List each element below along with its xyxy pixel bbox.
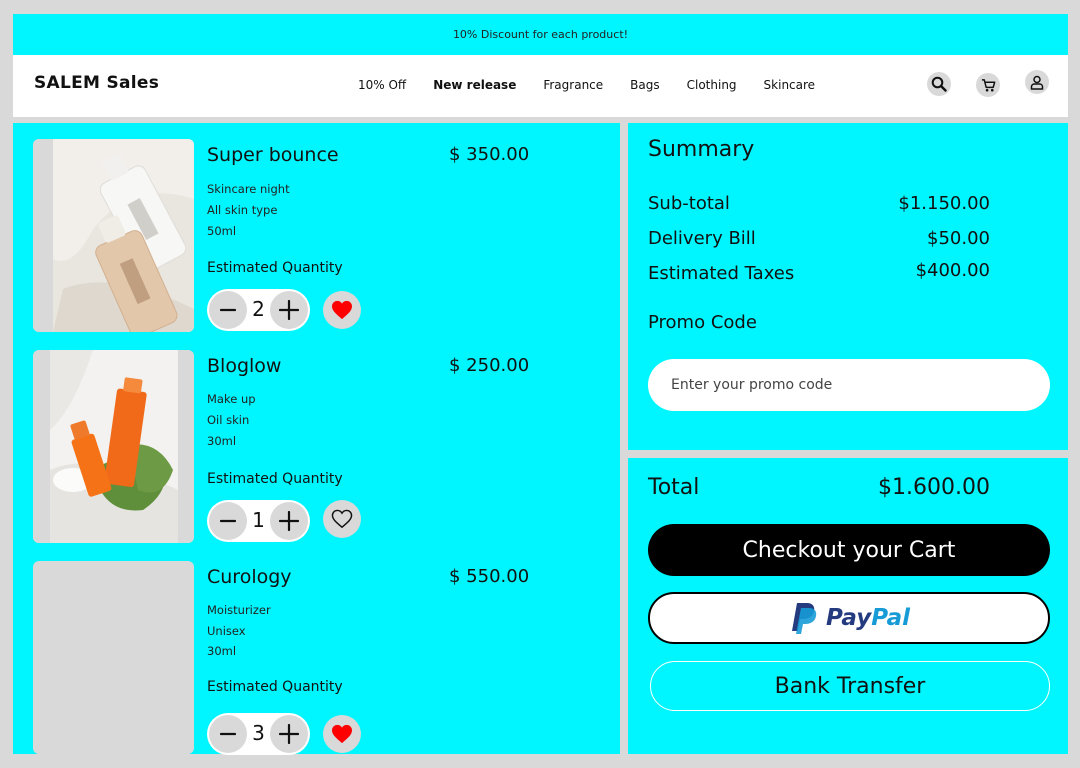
plus-icon	[279, 511, 299, 531]
cart-item: Bloglow $ 250.00 Make up Oil skin 30ml E…	[13, 350, 620, 543]
promo-banner-text: 10% Discount for each product!	[452, 28, 629, 41]
product-name[interactable]: Curology	[207, 566, 292, 588]
quantity-label: Estimated Quantity	[207, 260, 343, 276]
minus-icon	[220, 519, 236, 523]
bank-transfer-label: Bank Transfer	[774, 673, 926, 699]
plus-icon	[279, 724, 299, 744]
promo-banner: 10% Discount for each product!	[13, 14, 1068, 55]
paypal-wordmark: PayPal	[826, 605, 910, 631]
quantity-value: 2	[252, 297, 265, 321]
summary-title: Summary	[648, 137, 755, 162]
main-nav: 10% Off New release Fragrance Bags Cloth…	[358, 78, 815, 92]
quantity-stepper: 3	[207, 713, 310, 755]
heart-filled-icon	[332, 724, 352, 744]
product-detail: Moisturizer	[207, 603, 271, 617]
user-icon[interactable]	[1025, 70, 1049, 94]
summary-value: $50.00	[927, 228, 990, 249]
promo-code-input[interactable]	[648, 359, 1050, 411]
product-detail: All skin type	[207, 203, 278, 217]
plus-icon	[279, 300, 299, 320]
nav-item-10-off[interactable]: 10% Off	[358, 78, 406, 92]
product-price: $ 350.00	[449, 144, 530, 165]
quantity-stepper: 1	[207, 500, 310, 542]
heart-outline-icon	[331, 509, 353, 529]
summary-label: Estimated Taxes	[648, 263, 795, 284]
summary-value: $1.150.00	[898, 193, 990, 214]
increment-button[interactable]	[270, 502, 308, 540]
product-detail: Unisex	[207, 624, 246, 638]
summary-value: $400.00	[915, 260, 990, 281]
paypal-button[interactable]: PayPal	[648, 592, 1050, 644]
summary-row-subtotal: Sub-total $1.150.00	[648, 193, 990, 214]
quantity-stepper: 2	[207, 289, 310, 331]
checkout-button-label: Checkout your Cart	[742, 537, 956, 563]
quantity-value: 1	[252, 508, 265, 532]
summary-row-taxes: Estimated Taxes $400.00	[648, 260, 990, 284]
decrement-button[interactable]	[209, 502, 247, 540]
cart-icon[interactable]	[976, 73, 1000, 97]
product-price: $ 250.00	[449, 355, 530, 376]
product-detail: 30ml	[207, 644, 237, 658]
nav-item-skincare[interactable]: Skincare	[764, 78, 816, 92]
checkout-panel: Total $1.600.00 Checkout your Cart PayPa…	[628, 458, 1068, 754]
nav-item-fragrance[interactable]: Fragrance	[543, 78, 603, 92]
top-header: SALEM Sales 10% Off New release Fragranc…	[13, 55, 1068, 117]
minus-icon	[220, 308, 236, 312]
product-image-placeholder	[33, 561, 194, 754]
favorite-button[interactable]	[323, 715, 361, 753]
product-detail: 50ml	[207, 224, 237, 238]
product-detail: 30ml	[207, 434, 237, 448]
product-image	[33, 350, 194, 543]
app-frame: 10% Discount for each product! SALEM Sal…	[13, 14, 1068, 755]
product-image	[33, 139, 194, 332]
total-label: Total	[648, 475, 700, 500]
summary-label: Delivery Bill	[648, 228, 756, 249]
order-summary-panel: Summary Sub-total $1.150.00 Delivery Bil…	[628, 123, 1068, 450]
cart-item: Curology $ 550.00 Moisturizer Unisex 30m…	[13, 561, 620, 755]
paypal-logo-icon	[792, 603, 817, 634]
product-price: $ 550.00	[449, 566, 530, 587]
product-detail: Skincare night	[207, 182, 290, 196]
promo-code-label: Promo Code	[648, 312, 757, 333]
increment-button[interactable]	[270, 291, 308, 329]
minus-icon	[220, 732, 236, 736]
nav-item-bags[interactable]: Bags	[630, 78, 659, 92]
decrement-button[interactable]	[209, 291, 247, 329]
product-detail: Make up	[207, 392, 256, 406]
bank-transfer-button[interactable]: Bank Transfer	[650, 661, 1050, 711]
increment-button[interactable]	[270, 715, 308, 753]
total-value: $1.600.00	[878, 475, 990, 500]
favorite-button[interactable]	[323, 291, 361, 329]
summary-row-delivery: Delivery Bill $50.00	[648, 228, 990, 249]
brand-logo[interactable]: SALEM Sales	[34, 73, 159, 93]
favorite-button[interactable]	[323, 500, 361, 538]
product-name[interactable]: Bloglow	[207, 355, 281, 377]
summary-label: Sub-total	[648, 193, 730, 214]
search-icon[interactable]	[927, 72, 951, 96]
checkout-button[interactable]: Checkout your Cart	[648, 524, 1050, 576]
product-name[interactable]: Super bounce	[207, 144, 339, 166]
quantity-label: Estimated Quantity	[207, 471, 343, 487]
cart-items-panel: Super bounce $ 350.00 Skincare night All…	[13, 123, 620, 755]
quantity-label: Estimated Quantity	[207, 679, 343, 695]
cart-item: Super bounce $ 350.00 Skincare night All…	[13, 139, 620, 332]
heart-filled-icon	[332, 300, 352, 320]
product-detail: Oil skin	[207, 413, 250, 427]
decrement-button[interactable]	[209, 715, 247, 753]
quantity-value: 3	[252, 721, 265, 745]
nav-item-new-release[interactable]: New release	[433, 78, 516, 92]
paypal-pay: Pay	[826, 605, 872, 631]
nav-item-clothing[interactable]: Clothing	[687, 78, 737, 92]
paypal-pal: Pal	[871, 605, 910, 631]
